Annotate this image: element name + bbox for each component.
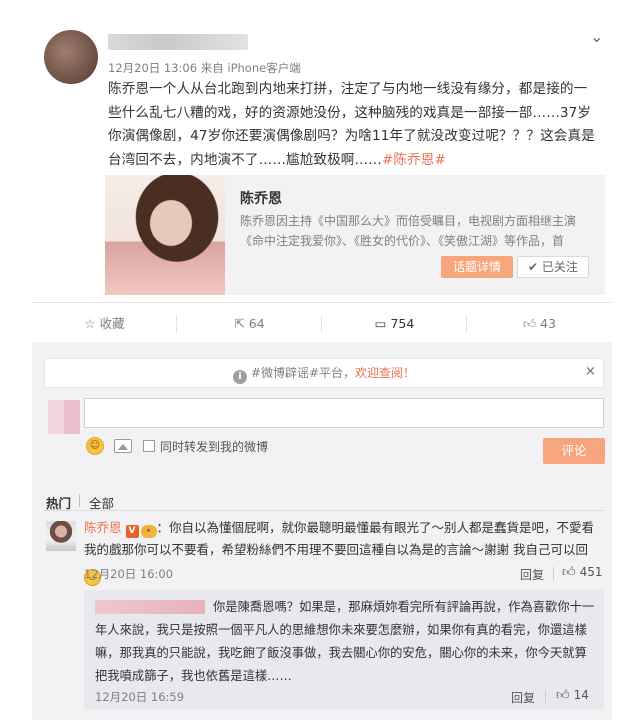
comment-count: 754 [390,316,415,331]
submit-comment-button[interactable]: 评论 [543,438,605,464]
medal-badge-icon[interactable]: ⭑ [140,525,157,538]
comment-like-count: 451 [579,565,603,579]
repost-button[interactable]: ⇱ 64 [177,306,322,342]
like-button[interactable]: 👍︎ 43 [467,306,612,342]
divider [553,567,554,580]
comment-input[interactable] [84,398,604,428]
favorite-label: 收藏 [99,316,125,331]
chevron-down-icon[interactable]: ⌄ [590,27,603,46]
thumbs-up-icon: 👍︎ [562,565,576,580]
topic-card-desc: 陈乔恩因主持《中国那么大》而倍受瞩目，电视剧方面相继主演《命中注定我爱你》、《胜… [240,214,577,248]
post-time-source: 12月20日 13:06 来自 iPhone客户端 [108,61,301,75]
comment-user[interactable]: 陈乔恩 [84,520,122,535]
notice-text: #微博辟谣#平台， [250,366,356,380]
comment-button[interactable]: ▭ 754 [322,306,467,342]
verified-badge-icon: V [125,525,139,538]
followed-label: 已关注 [541,260,578,274]
comment-like-button[interactable]: 👍︎ 451 [562,565,603,580]
tabs-divider [44,510,604,511]
comment-time: 12月20日 16:00 [84,567,174,581]
picture-icon[interactable] [114,439,132,453]
author-name-redacted[interactable] [108,34,248,50]
author-avatar[interactable] [44,30,98,84]
star-icon: ☆ [84,316,96,331]
repost-checkbox[interactable] [143,440,155,452]
like-count: 43 [540,316,556,331]
close-icon[interactable]: × [585,364,596,379]
post-body: 陈乔恩一个人从台北跑到内地来打拼，注定了与内地一线没有缘分，都是接的一些什么乱七… [108,81,595,168]
comment-avatar[interactable] [46,521,76,551]
followed-button[interactable]: ✔ 已关注 [517,256,589,278]
divider [32,302,612,303]
divider [545,690,546,703]
info-icon: i [232,370,247,384]
thumbs-up-icon: 👍︎ [556,688,570,703]
emoji-icon[interactable]: ☺ [86,437,104,455]
reply-time: 12月20日 16:59 [95,690,185,704]
reply-reply-button[interactable]: 回复 [511,689,535,706]
topic-detail-button[interactable]: 话题详情 [441,256,513,278]
action-bar: ☆ 收藏 ⇱ 64 ▭ 754 👍︎ 43 [32,306,612,342]
repost-count: 64 [248,316,265,331]
comment-reply-button[interactable]: 回复 [520,566,544,583]
favorite-button[interactable]: ☆ 收藏 [32,306,177,342]
reply-like-button[interactable]: 👍︎ 14 [556,688,589,703]
repost-icon: ⇱ [234,316,245,331]
repost-checkbox-label[interactable]: 同时转发到我的微博 [160,438,268,455]
tab-divider [79,494,80,507]
reply-like-count: 14 [573,688,589,702]
my-avatar [48,400,80,434]
post-hashtag[interactable]: #陈乔恩# [382,152,446,168]
reply-text: 你是陳喬恩嗎？如果是，那麻煩妳看完所有評論再說，作為喜歡你十一年人來說，我只是按… [95,600,595,683]
rumor-notice[interactable]: i #微博辟谣#平台，欢迎查阅！ [44,358,604,388]
post-text: 陈乔恩一个人从台北跑到内地来打拼，注定了与内地一线没有缘分，都是接的一些什么乱七… [108,78,600,172]
notice-link[interactable]: 欢迎查阅！ [355,366,415,380]
comment-icon: ▭ [374,316,387,331]
topic-card-title[interactable]: 陈乔恩 [240,188,282,208]
topic-card-image[interactable] [105,175,225,295]
comment-body: ：你自以為懂個屁啊，就你最聰明最懂最有眼光了～别人都是蠢貨是吧，不愛看我的戲那你… [84,520,595,557]
thumbs-up-icon: 👍︎ [523,316,537,331]
